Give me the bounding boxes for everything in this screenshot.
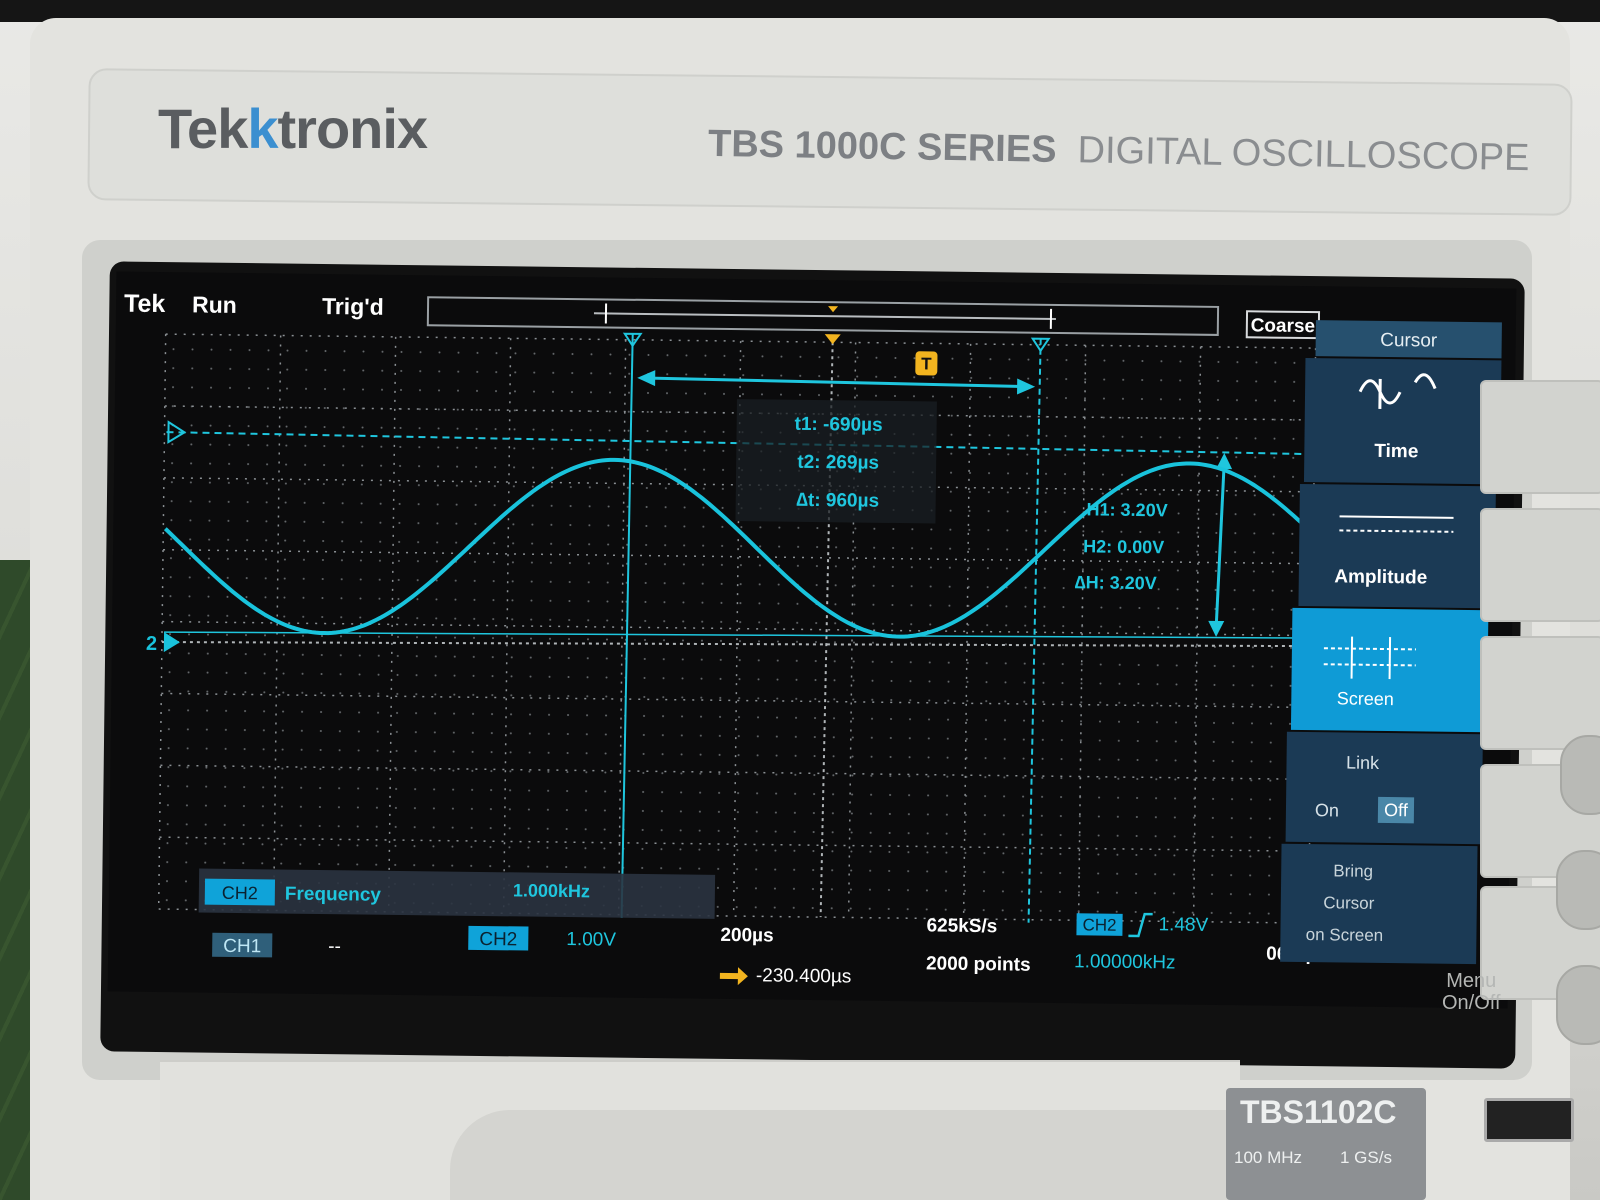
oscilloscope-screen: Tek Run Trig'd Coarse 2 T t1: -690µs t2:… xyxy=(107,271,1517,1009)
menu-item-link[interactable] xyxy=(1285,731,1483,845)
record-window-line xyxy=(593,312,1056,320)
record-length: 2000 points xyxy=(926,953,1031,975)
run-status: Run xyxy=(192,291,237,318)
measurement-bar xyxy=(198,868,716,919)
horizontal-position: -230.400µs xyxy=(756,965,852,987)
bring-line-1: Bring xyxy=(1333,861,1373,880)
horizontal-position-icon xyxy=(719,967,748,986)
delta-h-readout: ∆H: 3.20V xyxy=(1075,572,1157,593)
link-on-option[interactable]: On xyxy=(1315,800,1339,820)
sample-rate-spec: 1 GS/s xyxy=(1340,1148,1392,1167)
ch2-marker-label: 2 xyxy=(146,633,157,655)
measurement-name: Frequency xyxy=(285,884,382,906)
oscilloscope-photo: Tekktronix TBS 1000C SERIES DIGITAL OSCI… xyxy=(0,0,1600,1200)
bezel-button-3[interactable] xyxy=(1480,636,1600,750)
menu-on-off-line2: On/Off xyxy=(1442,992,1501,1014)
trigger-frequency: 1.00000kHz xyxy=(1074,951,1176,973)
coarse-label: Coarse xyxy=(1251,315,1316,337)
menu-item-amplitude[interactable] xyxy=(1298,483,1496,609)
bezel-button-1[interactable] xyxy=(1480,380,1600,494)
t2-readout: t2: 269µs xyxy=(797,452,879,474)
brand-logo: Tekktronix xyxy=(158,97,428,160)
menu-on-off-line1: Menu xyxy=(1446,970,1497,992)
measurement-value: 1.000kHz xyxy=(513,880,590,901)
menu-title: Cursor xyxy=(1380,330,1438,352)
h2-readout: H2: 0.00V xyxy=(1083,536,1164,557)
menu-item-bring-cursor[interactable] xyxy=(1280,843,1478,965)
menu-item-screen-label: Screen xyxy=(1337,688,1394,709)
menu-item-amplitude-label: Amplitude xyxy=(1334,566,1427,588)
trigger-channel: CH2 xyxy=(1082,915,1116,934)
front-ramp xyxy=(450,1110,1250,1200)
measurement-channel: CH2 xyxy=(222,883,258,903)
link-off-option[interactable]: Off xyxy=(1384,800,1409,820)
side-knob-2[interactable] xyxy=(1556,850,1600,930)
trigger-level: 1.48V xyxy=(1158,914,1208,936)
bring-line-3: on Screen xyxy=(1306,925,1384,945)
side-knob-1[interactable] xyxy=(1560,735,1600,815)
sample-rate: 625kS/s xyxy=(926,915,997,937)
tek-logo: Tek xyxy=(124,290,166,319)
bezel-button-column xyxy=(1480,280,1600,1060)
menu-item-time-label: Time xyxy=(1374,441,1418,463)
bezel-button-2[interactable] xyxy=(1480,508,1600,622)
side-knob-3[interactable] xyxy=(1556,965,1600,1045)
cursor-menu: Cursor Time Amplitude Screen Link On Off… xyxy=(1280,320,1502,965)
menu-on-off-button[interactable]: Menu On/Off xyxy=(1442,970,1501,1014)
usb-port[interactable] xyxy=(1484,1098,1574,1142)
amplitude-cursor-icon xyxy=(1339,515,1454,519)
ch2-label: CH2 xyxy=(479,929,517,950)
bring-line-2: Cursor xyxy=(1323,893,1375,913)
ch2-scale: 1.00V xyxy=(566,929,616,951)
timebase: 200µs xyxy=(720,925,773,947)
scope-display: Tek Run Trig'd Coarse 2 T t1: -690µs t2:… xyxy=(124,290,1502,988)
ch1-scale: -- xyxy=(328,936,341,957)
bandwidth-spec: 100 MHz xyxy=(1234,1148,1303,1167)
menu-item-time[interactable] xyxy=(1303,358,1502,485)
link-label: Link xyxy=(1346,753,1380,773)
trigger-status: Trig'd xyxy=(322,293,384,320)
trigger-marker-label: T xyxy=(921,354,932,373)
record-trigger-marker xyxy=(828,306,839,313)
h1-readout: H1: 3.20V xyxy=(1086,499,1167,520)
t1-readout: t1: -690µs xyxy=(794,414,882,436)
delta-t-readout: ∆t: 960µs xyxy=(796,490,879,512)
model-name: TBS1102C xyxy=(1240,1094,1397,1130)
ch1-label: CH1 xyxy=(223,936,261,957)
